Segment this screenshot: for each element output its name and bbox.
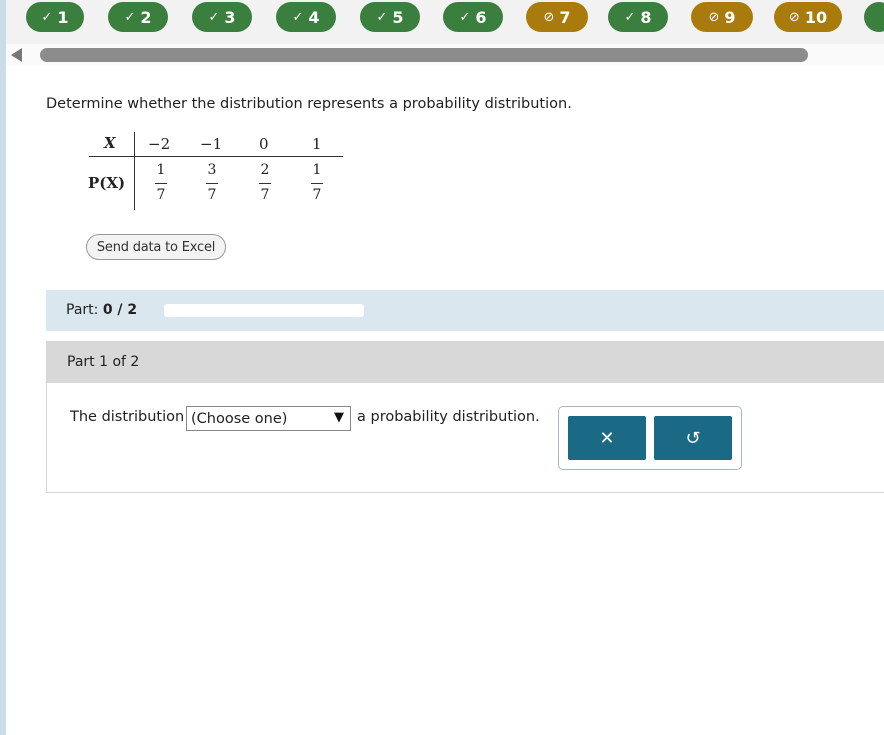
scroll-left-icon[interactable] bbox=[11, 48, 22, 62]
clear-answer-button[interactable]: ✕ bbox=[568, 416, 646, 460]
fraction-numerator: 1 bbox=[312, 162, 322, 178]
question-number: 4 bbox=[308, 7, 320, 27]
question-nav-next-partial[interactable] bbox=[864, 2, 884, 32]
question-number: 3 bbox=[224, 7, 236, 27]
question-nav-5[interactable]: ✓ 5 bbox=[360, 2, 420, 32]
part-progress-label: Part: 0 / 2 bbox=[66, 302, 137, 318]
nav-scrollbar-thumb[interactable] bbox=[40, 48, 808, 62]
undo-icon: ↺ bbox=[685, 427, 701, 449]
question-nav-bar: ✓ 1 ✓ 2 ✓ 3 ✓ 4 ✓ 5 ✓ 6 ⊘ 7 ✓ 8 ⊘ 9 ⊘ 10 bbox=[6, 0, 884, 44]
question-nav-1[interactable]: ✓ 1 bbox=[26, 2, 84, 32]
question-number: 8 bbox=[640, 7, 652, 27]
question-nav-10[interactable]: ⊘ 10 bbox=[774, 2, 842, 32]
fraction-denominator: 7 bbox=[312, 187, 322, 203]
question-number: 10 bbox=[804, 7, 828, 27]
answer-sentence-end: a probability distribution. bbox=[357, 409, 540, 425]
table-x-value: 0 bbox=[259, 135, 269, 153]
question-nav-9[interactable]: ⊘ 9 bbox=[691, 2, 753, 32]
answer-sentence-start: The distribution bbox=[70, 409, 185, 425]
check-icon: ✓ bbox=[208, 9, 220, 25]
table-column-rule bbox=[134, 132, 135, 210]
distribution-answer-select[interactable]: (Choose one) ▼ bbox=[186, 406, 351, 431]
partial-credit-icon: ⊘ bbox=[543, 9, 555, 25]
question-nav-4[interactable]: ✓ 4 bbox=[276, 2, 336, 32]
table-x-header: X bbox=[104, 134, 116, 152]
question-nav-6[interactable]: ✓ 6 bbox=[443, 2, 503, 32]
part-heading: Part 1 of 2 bbox=[67, 354, 140, 370]
check-icon: ✓ bbox=[624, 9, 636, 25]
fraction-denominator: 7 bbox=[260, 187, 270, 203]
question-nav-2[interactable]: ✓ 2 bbox=[108, 2, 168, 32]
part-progress-value: 0 / 2 bbox=[102, 302, 138, 318]
check-icon: ✓ bbox=[41, 9, 53, 25]
dropdown-triangle-icon: ▼ bbox=[334, 410, 344, 425]
check-icon: ✓ bbox=[124, 9, 136, 25]
left-rail bbox=[0, 0, 6, 735]
table-p-header: P(X) bbox=[88, 174, 126, 192]
check-icon: ✓ bbox=[376, 9, 388, 25]
check-icon: ✓ bbox=[459, 9, 471, 25]
question-number: 2 bbox=[140, 7, 152, 27]
part-header bbox=[47, 342, 884, 383]
partial-credit-icon: ⊘ bbox=[708, 9, 720, 25]
question-nav-3[interactable]: ✓ 3 bbox=[192, 2, 252, 32]
question-number: 5 bbox=[392, 7, 404, 27]
fraction-numerator: 1 bbox=[156, 162, 166, 178]
part-progress-title: Part: bbox=[66, 302, 99, 318]
send-to-excel-button[interactable]: Send data to Excel bbox=[86, 234, 226, 260]
question-prompt: Determine whether the distribution repre… bbox=[46, 96, 572, 112]
partial-credit-icon: ⊘ bbox=[788, 9, 800, 25]
fraction-denominator: 7 bbox=[207, 187, 217, 203]
table-header-rule bbox=[89, 156, 343, 157]
question-number: 7 bbox=[559, 7, 571, 27]
check-icon: ✓ bbox=[292, 9, 304, 25]
question-number: 9 bbox=[724, 7, 736, 27]
question-number: 6 bbox=[475, 7, 487, 27]
question-nav-7[interactable]: ⊘ 7 bbox=[526, 2, 588, 32]
close-icon: ✕ bbox=[599, 427, 615, 449]
table-x-value: 1 bbox=[312, 135, 322, 153]
fraction-numerator: 3 bbox=[207, 162, 217, 178]
question-number: 1 bbox=[57, 7, 69, 27]
undo-button[interactable]: ↺ bbox=[654, 416, 732, 460]
table-x-value: −2 bbox=[148, 135, 171, 153]
select-value: (Choose one) bbox=[191, 410, 288, 427]
fraction-denominator: 7 bbox=[156, 187, 166, 203]
progress-track bbox=[164, 304, 364, 317]
table-x-value: −1 bbox=[200, 135, 223, 153]
fraction-numerator: 2 bbox=[260, 162, 270, 178]
question-nav-8[interactable]: ✓ 8 bbox=[608, 2, 668, 32]
